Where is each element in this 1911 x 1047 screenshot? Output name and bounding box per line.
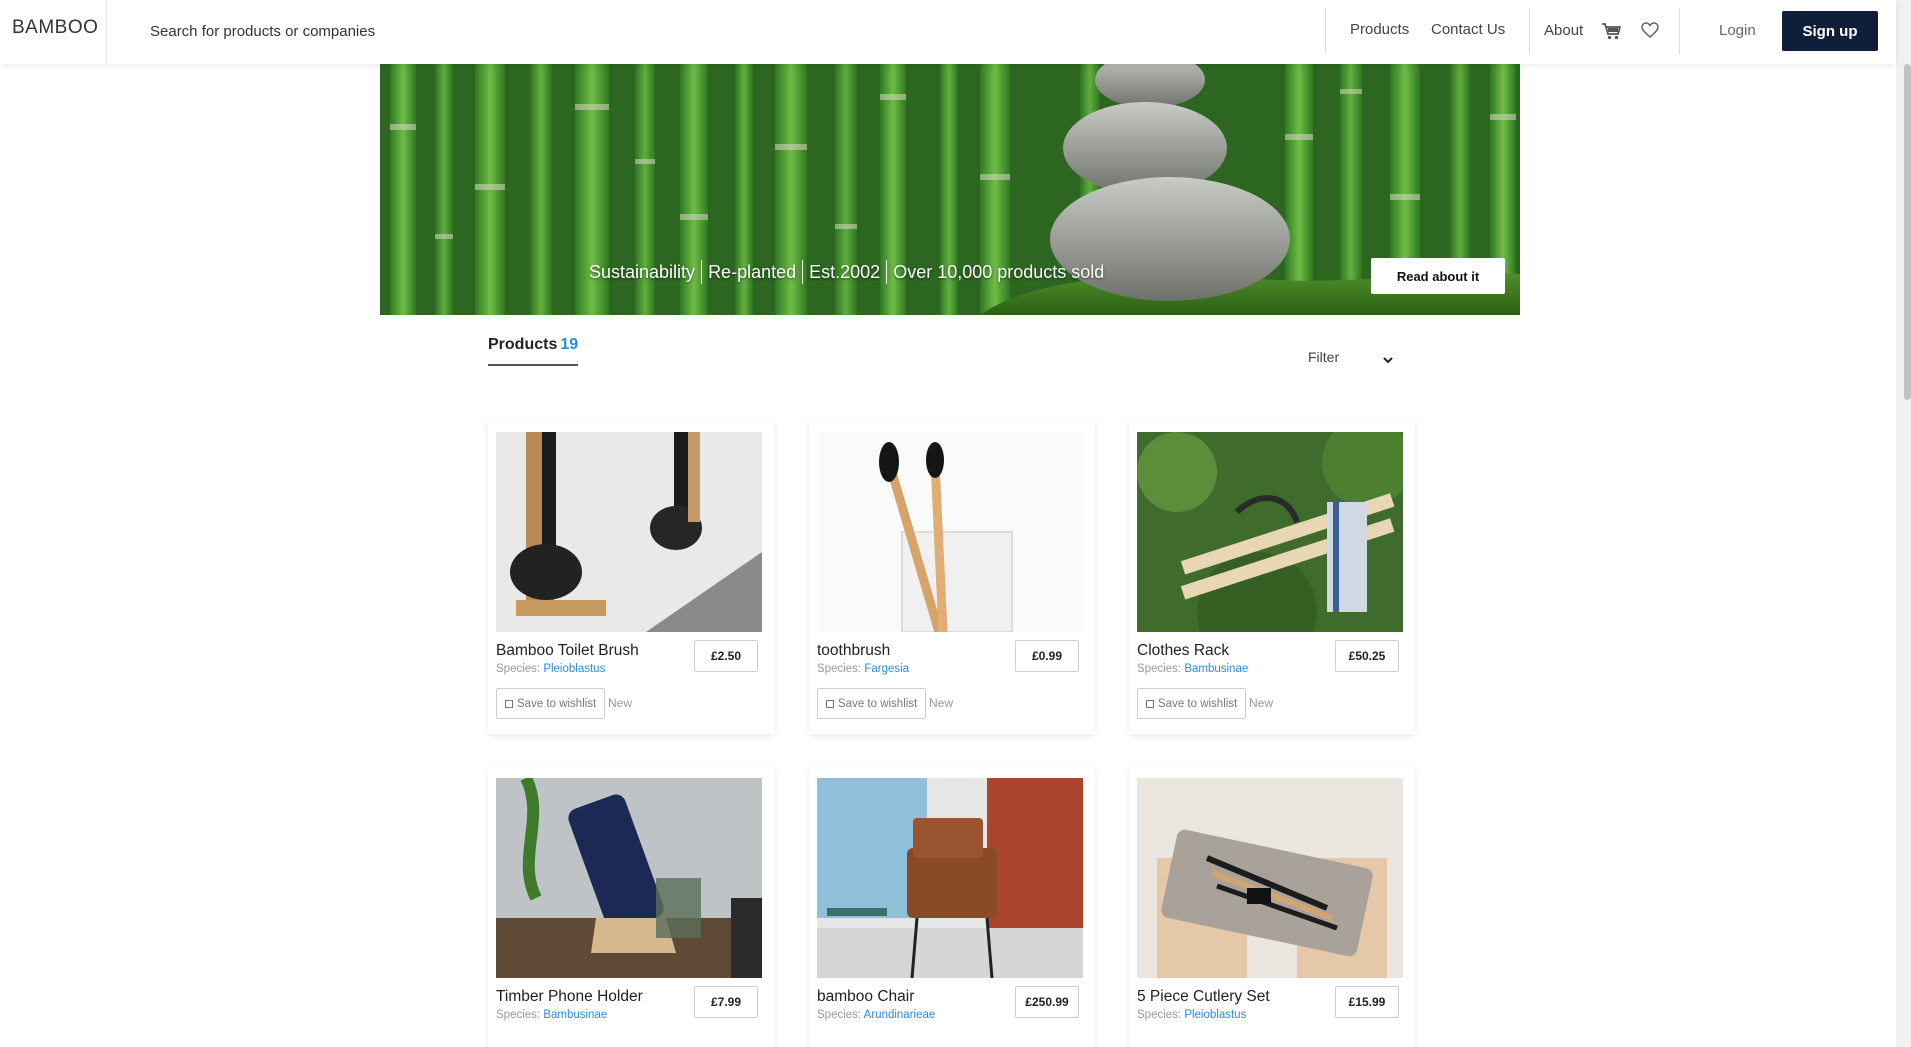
checkbox-icon: [505, 699, 513, 708]
products-heading: Products: [488, 336, 558, 353]
species-prefix: Species:: [817, 663, 865, 675]
read-about-button[interactable]: Read about it: [1371, 258, 1505, 294]
product-species: Species: Fargesia: [817, 663, 909, 675]
chevron-down-icon: [1382, 352, 1394, 368]
product-species: Species: Arundinarieae: [817, 1009, 935, 1021]
checkbox-icon: [1146, 699, 1154, 708]
price-button[interactable]: £2.50: [694, 640, 758, 672]
hero-banner: Sustainability Re-planted Est.2002 Over …: [380, 64, 1520, 315]
top-navbar: BAMBOO Products Contact Us About Login S…: [0, 0, 1896, 64]
product-image[interactable]: [817, 778, 1083, 978]
price-button[interactable]: £7.99: [694, 986, 758, 1018]
hero-tag: Over 10,000 products sold: [893, 261, 1105, 282]
nav-products-link[interactable]: Products: [1350, 21, 1409, 38]
signup-button[interactable]: Sign up: [1782, 11, 1878, 51]
product-image[interactable]: [1137, 778, 1403, 978]
wishlist-label: Save to wishlist: [517, 697, 597, 710]
save-to-wishlist-button[interactable]: Save to wishlist: [1137, 688, 1247, 719]
save-to-wishlist-button[interactable]: Save to wishlist: [817, 688, 927, 719]
login-link[interactable]: Login: [1719, 22, 1756, 39]
products-count: 19: [560, 336, 579, 353]
divider: [1325, 8, 1326, 54]
price-button[interactable]: £250.99: [1015, 986, 1079, 1018]
price-button[interactable]: £15.99: [1335, 986, 1399, 1018]
products-tab[interactable]: Products 19: [488, 336, 579, 366]
species-link[interactable]: Bambusinae: [1184, 663, 1248, 675]
hero-tag: Re-planted: [708, 261, 797, 282]
product-name[interactable]: toothbrush: [817, 642, 890, 660]
save-to-wishlist-button[interactable]: Save to wishlist: [496, 688, 606, 719]
search-input[interactable]: [150, 16, 750, 46]
checkbox-icon: [826, 699, 834, 708]
nav-contact-link[interactable]: Contact Us: [1431, 21, 1505, 38]
species-prefix: Species:: [1137, 663, 1185, 675]
nav-about-link[interactable]: About: [1544, 22, 1583, 39]
product-image[interactable]: [817, 432, 1083, 632]
species-link[interactable]: Arundinarieae: [864, 1009, 936, 1021]
species-link[interactable]: Bambusinae: [543, 1009, 607, 1021]
product-name[interactable]: bamboo Chair: [817, 988, 914, 1006]
product-name[interactable]: Clothes Rack: [1137, 642, 1229, 660]
price-button[interactable]: £50.25: [1335, 640, 1399, 672]
divider: [106, 0, 107, 64]
wishlist-label: Save to wishlist: [1158, 697, 1238, 710]
filter-label: Filter: [1308, 349, 1340, 365]
divider: [1679, 8, 1680, 54]
product-image[interactable]: [496, 432, 762, 632]
page: BAMBOO Products Contact Us About Login S…: [0, 0, 1911, 1047]
wishlist-label: Save to wishlist: [838, 697, 918, 710]
new-badge: New: [1249, 696, 1274, 710]
species-prefix: Species:: [496, 1009, 544, 1021]
filter-dropdown[interactable]: Filter: [1308, 349, 1398, 369]
product-image[interactable]: [496, 778, 762, 978]
species-prefix: Species:: [496, 663, 544, 675]
new-badge: New: [929, 696, 954, 710]
product-card[interactable]: Timber Phone Holder Species: Bambusinae …: [488, 766, 774, 1047]
hero-tag: Est.2002: [809, 261, 881, 282]
brand-logo[interactable]: BAMBOO: [12, 17, 98, 39]
scrollbar-thumb[interactable]: [1904, 64, 1911, 400]
product-species: Species: Pleioblastus: [496, 663, 605, 675]
product-species: Species: Bambusinae: [1137, 663, 1248, 675]
product-name[interactable]: Timber Phone Holder: [496, 988, 643, 1006]
cart-icon[interactable]: [1601, 21, 1623, 41]
species-link[interactable]: Fargesia: [864, 663, 909, 675]
product-species: Species: Pleioblastus: [1137, 1009, 1246, 1021]
product-card[interactable]: Clothes Rack Species: Bambusinae £50.25 …: [1129, 420, 1415, 734]
species-prefix: Species:: [817, 1009, 864, 1021]
species-link[interactable]: Pleioblastus: [1184, 1009, 1246, 1021]
species-link[interactable]: Pleioblastus: [543, 663, 605, 675]
species-prefix: Species:: [1137, 1009, 1185, 1021]
hero-tag: Sustainability: [589, 261, 696, 282]
divider: [1529, 8, 1530, 54]
heart-icon[interactable]: [1640, 21, 1662, 41]
new-badge: New: [608, 696, 633, 710]
product-image[interactable]: [1137, 432, 1403, 632]
product-species: Species: Bambusinae: [496, 1009, 607, 1021]
product-card[interactable]: 5 Piece Cutlery Set Species: Pleioblastu…: [1129, 766, 1415, 1047]
product-card[interactable]: toothbrush Species: Fargesia £0.99 Save …: [809, 420, 1095, 734]
hero-tagline: Sustainability Re-planted Est.2002 Over …: [589, 260, 1110, 284]
product-name[interactable]: Bamboo Toilet Brush: [496, 642, 639, 660]
product-card[interactable]: bamboo Chair Species: Arundinarieae £250…: [809, 766, 1095, 1047]
product-card[interactable]: Bamboo Toilet Brush Species: Pleioblastu…: [488, 420, 774, 734]
price-button[interactable]: £0.99: [1015, 640, 1079, 672]
product-name[interactable]: 5 Piece Cutlery Set: [1137, 988, 1270, 1006]
